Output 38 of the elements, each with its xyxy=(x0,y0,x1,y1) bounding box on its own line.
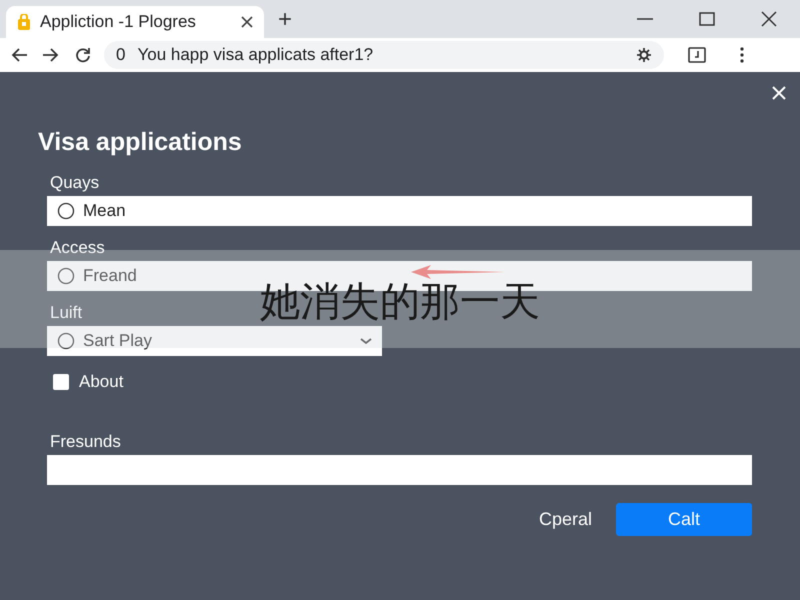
chevron-down-icon xyxy=(360,338,372,344)
radio-icon[interactable] xyxy=(57,332,75,350)
extension-icon[interactable] xyxy=(688,47,706,63)
field-label: Luift xyxy=(50,302,82,324)
radio-icon[interactable] xyxy=(57,202,75,220)
new-tab-button[interactable]: + xyxy=(278,6,292,34)
close-window-icon xyxy=(760,11,778,27)
radio-icon[interactable] xyxy=(57,267,75,285)
browser-tab[interactable]: Appliction -1 Plogres xyxy=(6,6,264,38)
address-prefix: 0 xyxy=(116,45,126,65)
secondary-button[interactable]: Cperal xyxy=(538,509,592,530)
lock-icon xyxy=(16,14,32,30)
menu-icon[interactable] xyxy=(740,47,744,63)
field-label: Fresunds xyxy=(50,431,121,453)
close-icon xyxy=(772,86,786,100)
address-bar[interactable]: 0 You happ visa applicats after1? xyxy=(104,41,664,69)
tab-title: Appliction -1 Plogres xyxy=(40,12,196,32)
close-tab-icon[interactable] xyxy=(240,15,254,29)
forward-icon xyxy=(42,46,60,64)
checkbox-label: About xyxy=(79,372,124,392)
field-label: Access xyxy=(50,237,105,259)
dropdown-value: Sart Play xyxy=(83,331,152,351)
dialog-title: Visa applications xyxy=(38,127,243,158)
reload-icon xyxy=(74,46,92,64)
input-field[interactable] xyxy=(47,455,752,485)
radio-option-field[interactable]: Mean xyxy=(47,196,752,226)
dropdown[interactable]: Sart Play xyxy=(47,326,382,356)
back-icon xyxy=(10,46,28,64)
gear-icon[interactable] xyxy=(636,47,652,63)
option-label: Mean xyxy=(83,201,126,221)
option-label: Freand xyxy=(83,266,137,286)
address-text: You happ visa applicats after1? xyxy=(137,45,374,65)
close-button[interactable] xyxy=(772,86,786,100)
maximize-icon xyxy=(698,11,716,27)
field-label: Quays xyxy=(50,172,100,194)
primary-button[interactable]: Calt xyxy=(616,503,752,536)
minimize-icon xyxy=(637,18,653,20)
checkbox[interactable] xyxy=(53,374,69,390)
